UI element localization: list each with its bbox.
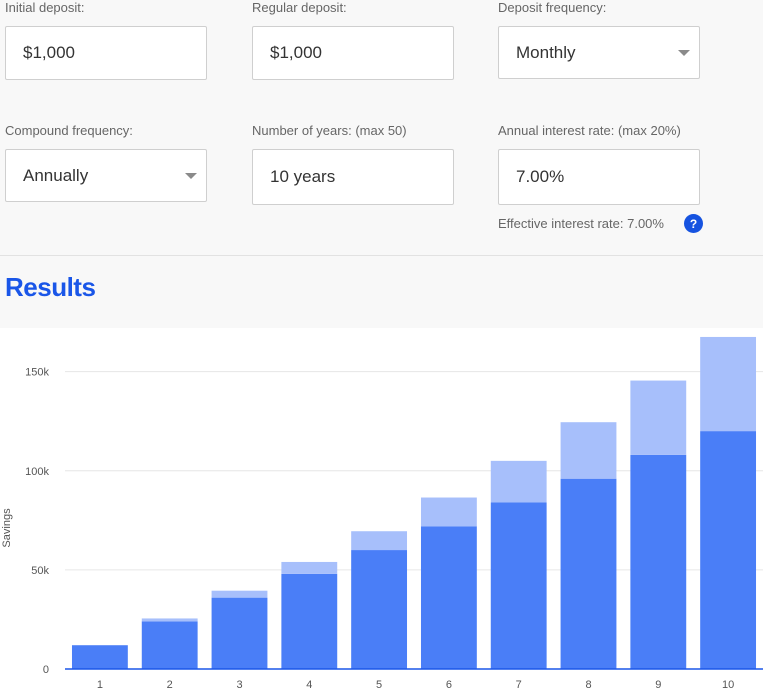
x-tick-label: 5 (376, 679, 382, 691)
bar-segment[interactable] (141, 618, 198, 622)
compound-frequency-select[interactable]: Annually (5, 149, 207, 202)
x-tick-label: 2 (167, 679, 173, 691)
bar-segment[interactable] (700, 431, 757, 669)
bar-segment[interactable] (420, 526, 477, 669)
calculator-form: Initial deposit: $1,000 Regular deposit:… (0, 0, 763, 255)
bar-segment[interactable] (630, 380, 687, 455)
effective-interest-rate: Effective interest rate: 7.00% (498, 216, 664, 231)
x-tick-label: 7 (516, 679, 522, 691)
results-heading: Results (5, 272, 96, 302)
years-label: Number of years: (max 50) (252, 123, 407, 138)
regular-deposit-input[interactable]: $1,000 (252, 26, 454, 80)
x-tick-label: 1 (97, 679, 103, 691)
initial-deposit-input[interactable]: $1,000 (5, 26, 207, 80)
compound-frequency-label: Compound frequency: (5, 123, 133, 138)
initial-deposit-value: $1,000 (23, 43, 75, 62)
x-tick-label: 8 (585, 679, 591, 691)
results-chart-panel: 0 50k 100k 150k Savings 1 2 3 4 5 6 7 8 9 10 (0, 328, 763, 691)
y-tick-label: 100k (25, 466, 49, 478)
deposit-frequency-label: Deposit frequency: (498, 0, 607, 15)
savings-chart: 0 50k 100k 150k Savings 1 2 3 4 5 6 7 8 9 10 (1, 336, 763, 691)
bar-segment[interactable] (490, 502, 547, 669)
interest-rate-label: Annual interest rate: (max 20%) (498, 123, 681, 138)
chevron-down-icon (185, 172, 197, 179)
y-tick-label: 50k (31, 565, 49, 577)
x-tick-label: 6 (446, 679, 452, 691)
years-input[interactable]: 10 years (252, 149, 454, 205)
chevron-down-icon (678, 49, 690, 56)
section-divider (0, 255, 763, 256)
y-tick-label: 150k (25, 367, 49, 379)
x-tick-label: 9 (655, 679, 661, 691)
x-tick-label: 4 (306, 679, 312, 691)
x-tick-label: 10 (722, 679, 734, 691)
bar-segment[interactable] (141, 621, 198, 669)
deposit-frequency-value: Monthly (516, 42, 576, 62)
years-value: 10 years (270, 167, 336, 186)
interest-rate-value: 7.00% (516, 167, 565, 186)
compound-frequency-value: Annually (23, 165, 89, 185)
bar-segment[interactable] (211, 590, 268, 598)
bar-segment[interactable] (420, 497, 477, 527)
bar-segment[interactable] (211, 597, 268, 669)
bar-segment[interactable] (351, 550, 408, 669)
y-axis-label: Savings (1, 508, 13, 548)
bar-segment[interactable] (560, 478, 617, 669)
interest-rate-input[interactable]: 7.00% (498, 149, 700, 205)
help-icon[interactable]: ? (684, 214, 703, 233)
y-tick-label: 0 (43, 664, 49, 676)
x-tick-label: 3 (236, 679, 242, 691)
bar-segment[interactable] (560, 422, 617, 479)
bar-segment[interactable] (351, 531, 408, 551)
bar-segment[interactable] (281, 573, 338, 669)
regular-deposit-value: $1,000 (270, 43, 322, 62)
regular-deposit-label: Regular deposit: (252, 0, 347, 15)
bar-segment[interactable] (281, 561, 338, 574)
bar-segment[interactable] (490, 460, 547, 503)
bar-segment[interactable] (700, 336, 757, 432)
bar-segment[interactable] (71, 645, 128, 669)
initial-deposit-label: Initial deposit: (5, 0, 85, 15)
deposit-frequency-select[interactable]: Monthly (498, 26, 700, 79)
bar-segment[interactable] (630, 454, 687, 669)
